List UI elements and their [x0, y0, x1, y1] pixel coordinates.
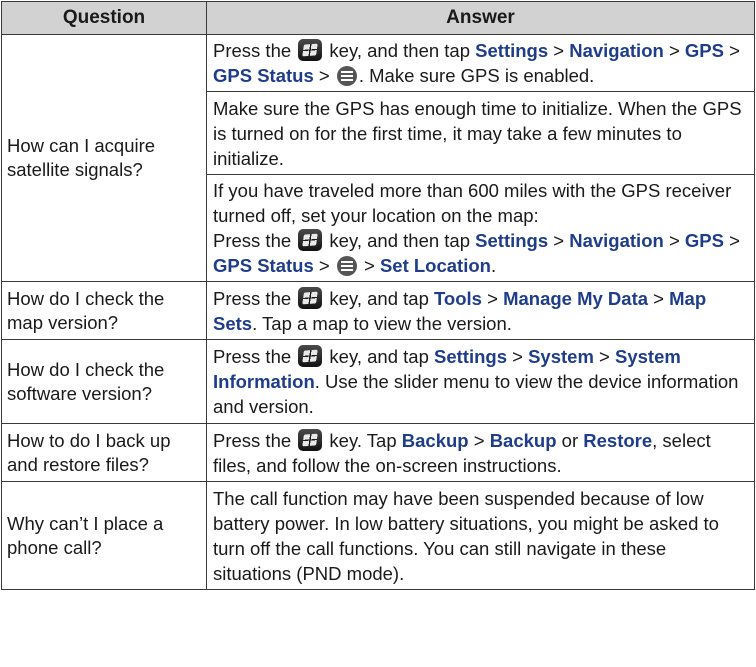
gps-link: GPS [684, 230, 724, 251]
question-cell: Why can’t I place a phone call? [1, 481, 207, 590]
question-cell: How can I acquire satellite signals? [1, 34, 207, 282]
answer-cell: Press the key, and then tap Settings > N… [206, 34, 755, 92]
windows-start-key-icon [298, 286, 323, 309]
table-row: How can I acquire satellite signals? Pre… [1, 34, 755, 282]
navigation-link: Navigation [569, 40, 664, 61]
faq-table: Question Answer How can I acquire satell… [1, 1, 755, 590]
answer-cell: Press the key, and tap Settings > System… [206, 339, 755, 424]
answer-cell: Press the key, and tap Tools > Manage My… [206, 281, 755, 340]
settings-link: Settings [434, 346, 507, 367]
question-cell: How do I check the map version? [1, 281, 207, 340]
tools-link: Tools [434, 287, 482, 309]
menu-icon [336, 66, 357, 86]
answer-cell: Make sure the GPS has enough time to ini… [206, 91, 755, 175]
answer-cell: If you have traveled more than 600 miles… [206, 174, 755, 282]
gps-link: GPS [684, 40, 724, 61]
table-row: How do I check the map version? Press th… [1, 281, 755, 340]
gps-status-link: GPS Status [213, 255, 314, 276]
windows-start-key-icon [298, 345, 323, 367]
question-cell: How to do I back up and restore files? [1, 423, 207, 482]
question-cell: How do I check the software version? [1, 339, 207, 424]
answer-cell: Press the key. Tap Backup > Backup or Re… [206, 423, 755, 482]
windows-start-key-icon [298, 229, 323, 251]
settings-link: Settings [475, 230, 549, 251]
restore-link: Restore [583, 429, 653, 451]
menu-icon [336, 256, 357, 276]
manage-my-data-link: Manage My Data [503, 287, 649, 309]
windows-start-key-icon [298, 428, 323, 451]
windows-start-key-icon [298, 39, 323, 61]
gps-status-link: GPS Status [213, 65, 314, 86]
system-link: System [528, 346, 594, 367]
answer-header: Answer [206, 1, 755, 35]
navigation-link: Navigation [569, 230, 664, 251]
table-row: How to do I back up and restore files? P… [1, 423, 755, 482]
settings-link: Settings [475, 40, 549, 61]
backup-link: Backup [489, 429, 557, 451]
answer-cell: The call function may have been suspende… [206, 481, 755, 590]
question-header: Question [1, 1, 207, 35]
header-row: Question Answer [1, 1, 755, 35]
table-row: Why can’t I place a phone call? The call… [1, 481, 755, 590]
table-row: How do I check the software version? Pre… [1, 339, 755, 424]
set-location-link: Set Location [379, 255, 491, 276]
backup-link: Backup [401, 429, 469, 451]
